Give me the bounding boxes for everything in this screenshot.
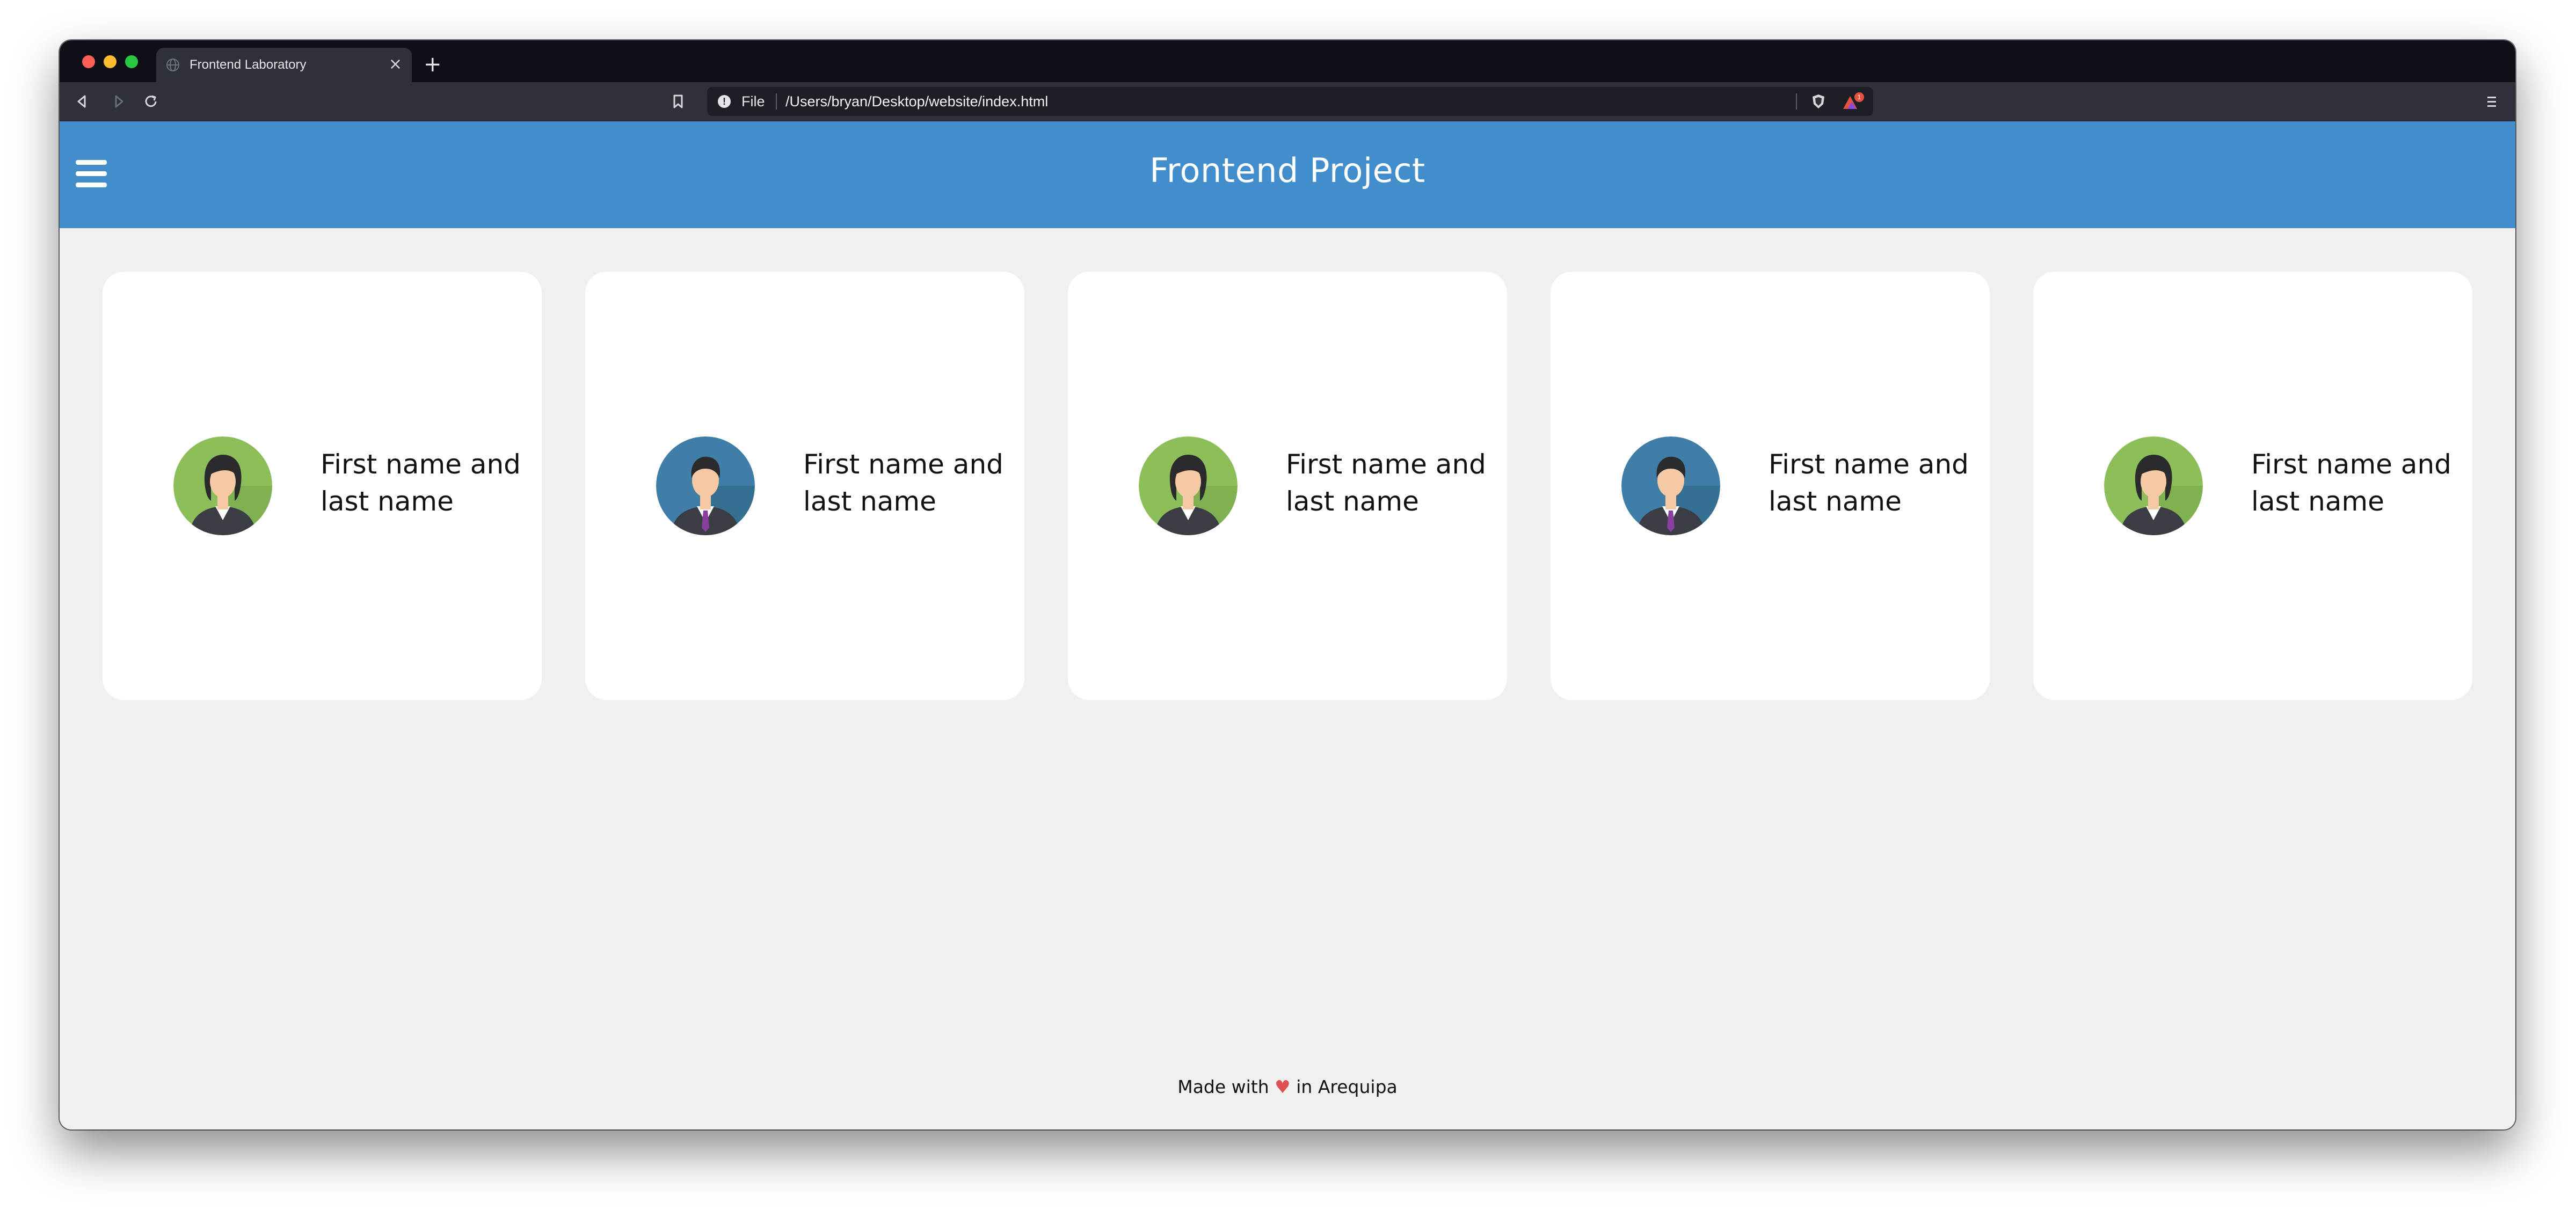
footer: Made with ♥ in Arequipa xyxy=(60,1076,2515,1097)
back-arrow-icon xyxy=(77,95,86,108)
profile-card[interactable]: First name and last name xyxy=(2033,272,2472,700)
close-tab-icon[interactable]: × xyxy=(389,55,402,74)
browser-menu-button[interactable] xyxy=(2480,90,2504,113)
address-bar[interactable]: ! File /Users/bryan/Desktop/website/inde… xyxy=(707,87,1873,116)
card-grid: First name and last name First name and … xyxy=(60,121,2515,1129)
url-text[interactable]: /Users/bryan/Desktop/website/index.html xyxy=(785,93,1048,110)
browser-toolbar: ! File /Users/bryan/Desktop/website/inde… xyxy=(60,82,2515,121)
back-button[interactable] xyxy=(70,90,94,113)
screen: Frontend Laboratory × + ! File /Users/br… xyxy=(0,0,2576,1210)
minimize-window-button[interactable] xyxy=(104,55,117,68)
rewards-badge-count: 1 xyxy=(1858,93,1861,101)
female-avatar-icon xyxy=(173,436,272,535)
browser-window: Frontend Laboratory × + ! File /Users/br… xyxy=(60,40,2515,1129)
tab-strip: Frontend Laboratory × + xyxy=(60,40,2515,82)
female-avatar-icon xyxy=(2104,436,2203,535)
profile-card[interactable]: First name and last name xyxy=(1551,272,1990,700)
url-scheme-label: File xyxy=(741,93,765,110)
forward-button[interactable] xyxy=(107,90,130,113)
close-window-button[interactable] xyxy=(82,55,95,68)
profile-card[interactable]: First name and last name xyxy=(1068,272,1507,700)
reload-icon xyxy=(145,95,157,107)
profile-card[interactable]: First name and last name xyxy=(585,272,1024,700)
new-tab-button[interactable]: + xyxy=(424,53,442,76)
url-divider xyxy=(776,93,777,110)
male-avatar-icon xyxy=(1621,436,1720,535)
globe-icon xyxy=(166,58,180,72)
url-divider xyxy=(1796,93,1797,110)
info-icon[interactable]: ! xyxy=(718,95,731,108)
browser-tab[interactable]: Frontend Laboratory × xyxy=(156,48,412,82)
card-name: First name and last name xyxy=(1286,449,1486,517)
bookmark-icon xyxy=(673,94,683,108)
heart-icon: ♥ xyxy=(1275,1076,1291,1097)
rewards-icon[interactable]: 1 xyxy=(1841,92,1867,112)
card-name: First name and last name xyxy=(2251,449,2451,517)
zoom-window-button[interactable] xyxy=(125,55,138,68)
tab-title: Frontend Laboratory xyxy=(190,57,307,72)
reload-button[interactable] xyxy=(139,90,163,113)
profile-card[interactable]: First name and last name xyxy=(103,272,542,700)
menu-icon xyxy=(2487,97,2496,107)
footer-suffix: in Arequipa xyxy=(1296,1076,1398,1097)
male-avatar-icon xyxy=(656,436,755,535)
card-name: First name and last name xyxy=(1769,449,1969,517)
page-viewport: Frontend Project First name and last nam… xyxy=(60,121,2515,1129)
female-avatar-icon xyxy=(1139,436,1238,535)
footer-prefix: Made with xyxy=(1177,1076,1269,1097)
card-name: First name and last name xyxy=(321,449,521,517)
card-name: First name and last name xyxy=(803,449,1003,517)
bookmark-button[interactable] xyxy=(666,90,690,113)
brave-shield-icon[interactable] xyxy=(1810,93,1827,110)
forward-arrow-icon xyxy=(115,95,123,108)
